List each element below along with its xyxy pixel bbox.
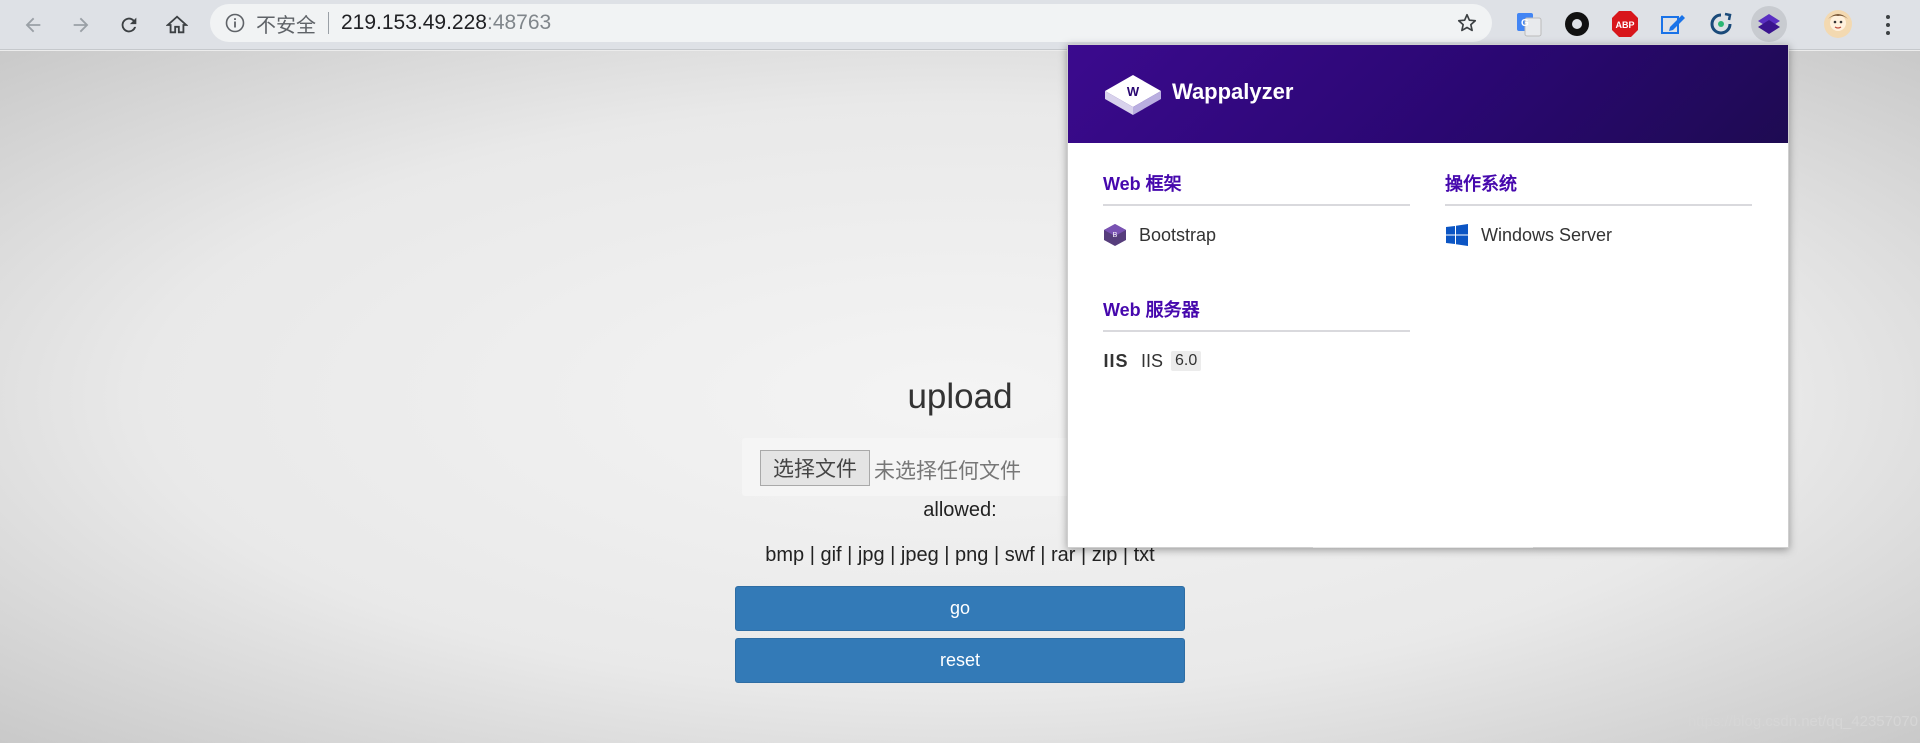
- chrome-menu-button[interactable]: [1878, 9, 1898, 41]
- address-bar[interactable]: 不安全 219.153.49.228 :48763: [210, 4, 1492, 42]
- category-title: 操作系统: [1445, 170, 1752, 206]
- svg-text:ABP: ABP: [1615, 20, 1634, 30]
- refresh-extension-icon[interactable]: [1705, 8, 1737, 40]
- bookmark-star-icon[interactable]: [1456, 12, 1478, 34]
- forward-arrow-icon: [73, 17, 89, 33]
- bootstrap-icon: B: [1103, 223, 1127, 247]
- wappalyzer-icon[interactable]: [1751, 6, 1787, 42]
- svg-text:W: W: [1127, 84, 1140, 99]
- category-operating-system: 操作系统 Windows Server: [1445, 170, 1752, 264]
- windows-icon: [1445, 223, 1469, 247]
- back-arrow-icon: [25, 17, 41, 33]
- category-title: Web 框架: [1103, 170, 1410, 206]
- svg-text:G: G: [1521, 18, 1529, 29]
- url-port: :48763: [486, 11, 552, 34]
- svg-text:B: B: [1113, 232, 1118, 239]
- popup-header: W Wappalyzer: [1068, 45, 1788, 143]
- menu-dot: [1886, 15, 1890, 19]
- category-web-framework: Web 框架 B Bootstrap: [1103, 170, 1410, 264]
- back-button[interactable]: [16, 8, 50, 42]
- security-label: 不安全: [256, 14, 316, 37]
- iis-icon: IIS: [1103, 349, 1129, 373]
- circle-extension-icon[interactable]: [1561, 8, 1593, 40]
- wappalyzer-popup: W Wappalyzer Web 框架 B Bootstrap 操作系统 Win…: [1067, 44, 1789, 548]
- category-web-server: Web 服务器 IIS IIS 6.0: [1103, 296, 1410, 390]
- edit-extension-icon[interactable]: [1657, 8, 1689, 40]
- url-host: 219.153.49.228: [341, 11, 487, 34]
- google-translate-icon[interactable]: G: [1513, 8, 1545, 40]
- reload-button[interactable]: [112, 8, 146, 42]
- home-button[interactable]: [160, 8, 194, 42]
- forward-button[interactable]: [64, 8, 98, 42]
- wappalyzer-logo-icon: W: [1105, 75, 1161, 115]
- iis-icon-text: IIS: [1103, 350, 1129, 371]
- tech-name: IIS: [1141, 350, 1164, 371]
- tech-item-windows-server[interactable]: Windows Server: [1445, 206, 1752, 264]
- wappalyzer-brand: Wappalyzer: [1172, 79, 1294, 104]
- info-icon[interactable]: [224, 12, 246, 34]
- choose-file-button[interactable]: 选择文件: [760, 450, 870, 486]
- profile-avatar[interactable]: [1822, 8, 1854, 40]
- watermark: https://blog.csdn.net/qq_42357070: [1687, 713, 1918, 730]
- tech-item-iis[interactable]: IIS IIS 6.0: [1103, 332, 1410, 390]
- menu-dot: [1886, 23, 1890, 27]
- reload-icon: [121, 17, 137, 33]
- address-separator: [328, 12, 329, 34]
- adblock-plus-icon[interactable]: ABP: [1609, 8, 1641, 40]
- go-button[interactable]: go: [735, 586, 1185, 631]
- home-icon: [166, 15, 188, 34]
- popup-footer-divider: [1313, 547, 1533, 548]
- version-badge: 6.0: [1171, 351, 1202, 371]
- tech-name: Bootstrap: [1139, 224, 1217, 245]
- browser-toolbar: 不安全 219.153.49.228 :48763 G ABP: [0, 0, 1920, 50]
- tech-name: Windows Server: [1481, 224, 1613, 245]
- menu-dot: [1886, 31, 1890, 35]
- reset-button[interactable]: reset: [735, 638, 1185, 683]
- file-status-text: 未选择任何文件: [874, 460, 1021, 483]
- category-title: Web 服务器: [1103, 296, 1410, 332]
- page-title: upload: [907, 377, 1013, 416]
- tech-item-bootstrap[interactable]: B Bootstrap: [1103, 206, 1410, 264]
- allowed-label: allowed:: [923, 499, 997, 521]
